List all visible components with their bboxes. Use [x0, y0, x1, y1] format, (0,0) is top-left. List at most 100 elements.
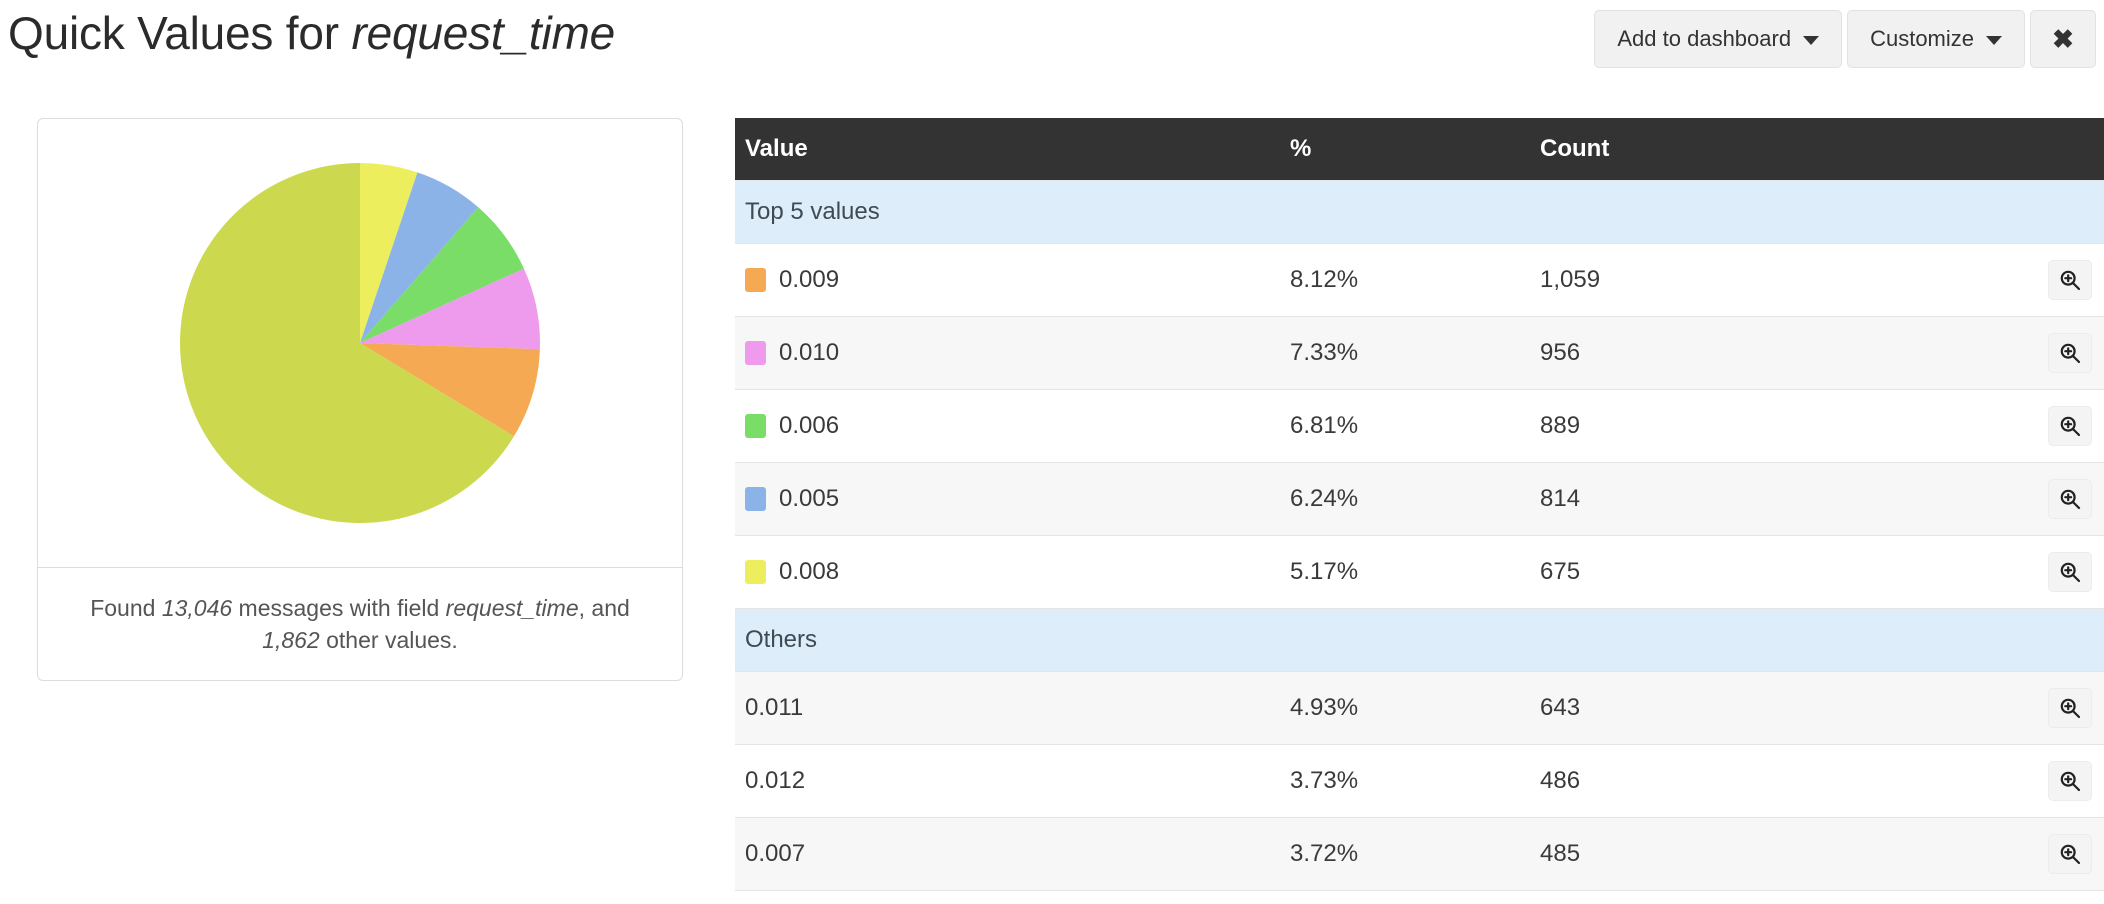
pie-chart-area: [38, 119, 682, 567]
quick-values-table-panel: Value % Count Top 5 values 0.009 8.12%1,05…: [735, 118, 2104, 904]
table-section-title: Top 5 values: [735, 181, 2104, 244]
value-text: 0.005: [779, 485, 839, 513]
cell-value: 0.006: [735, 390, 1280, 463]
pie-chart-panel: Found 13,046 messages with field request…: [37, 118, 683, 681]
column-header-value[interactable]: Value: [735, 118, 1280, 181]
value-text: 0.008: [779, 558, 839, 586]
widget-header: Quick Values for request_time Add to das…: [0, 0, 2104, 86]
quick-values-widget: Quick Values for request_time Add to das…: [0, 0, 2104, 904]
zoom-in-icon[interactable]: [2048, 479, 2092, 519]
table-section-title: Others: [735, 609, 2104, 672]
zoom-in-icon[interactable]: [2048, 260, 2092, 300]
value-color-swatch: [745, 560, 766, 584]
table-row[interactable]: 0.0123.73%486: [735, 745, 2104, 818]
customize-label: Customize: [1870, 11, 1974, 67]
quick-values-table: Value % Count Top 5 values 0.009 8.12%1,05…: [735, 118, 2104, 904]
cell-actions: [1830, 891, 2104, 904]
value-text: 0.007: [745, 840, 805, 868]
value-text: 0.009: [779, 266, 839, 294]
cell-count: 457: [1530, 891, 1830, 904]
table-row[interactable]: 0.005 6.24%814: [735, 463, 2104, 536]
cell-percent: 3.73%: [1280, 745, 1530, 818]
cell-actions: [1830, 244, 2104, 317]
pie-chart-svg: [179, 162, 541, 524]
table-row[interactable]: 0.007 3.72%485: [735, 818, 2104, 891]
zoom-in-icon[interactable]: [2048, 406, 2092, 446]
table-header-row: Value % Count: [735, 118, 2104, 181]
caption-message-count: 13,046: [162, 595, 232, 621]
value-color-swatch: [745, 487, 766, 511]
table-section-header: Others: [735, 609, 2104, 672]
cell-actions: [1830, 818, 2104, 891]
zoom-in-icon[interactable]: [2048, 834, 2092, 874]
pie-chart-footer: Found 13,046 messages with field request…: [38, 567, 682, 681]
column-header-percent[interactable]: %: [1280, 118, 1530, 181]
cell-count: 889: [1530, 390, 1830, 463]
page-title: Quick Values for request_time: [8, 6, 615, 60]
cell-percent: 7.33%: [1280, 317, 1530, 390]
header-actions: Add to dashboard Customize ✖: [1594, 10, 2096, 68]
close-icon: ✖: [2052, 11, 2074, 67]
value-text: 0.011: [745, 694, 803, 722]
cell-actions: [1830, 317, 2104, 390]
cell-actions: [1830, 536, 2104, 609]
zoom-in-icon[interactable]: [2048, 333, 2092, 373]
cell-actions: [1830, 672, 2104, 745]
cell-count: 485: [1530, 818, 1830, 891]
cell-percent: 6.81%: [1280, 390, 1530, 463]
zoom-in-icon[interactable]: [2048, 552, 2092, 592]
caption-messages-with-field-label: messages with field: [232, 595, 445, 621]
column-header-count[interactable]: Count: [1530, 118, 1830, 181]
zoom-in-icon[interactable]: [2048, 761, 2092, 801]
table-row[interactable]: 0.0107.33%956: [735, 317, 2104, 390]
cell-count: 1,059: [1530, 244, 1830, 317]
page-title-prefix: Quick Values for: [8, 7, 351, 59]
add-to-dashboard-label: Add to dashboard: [1617, 11, 1791, 67]
value-text: 0.006: [779, 412, 839, 440]
table-body: Top 5 values0.0098.12%1,0590.0107.33%956…: [735, 181, 2104, 904]
value-color-swatch: [745, 341, 766, 365]
cell-value: 0.008: [735, 536, 1280, 609]
pie-chart[interactable]: [179, 162, 541, 524]
value-color-swatch: [745, 268, 766, 292]
cell-count: 643: [1530, 672, 1830, 745]
cell-count: 675: [1530, 536, 1830, 609]
cell-value: 0.007: [735, 818, 1280, 891]
table-row[interactable]: 0.011 4.93%643: [735, 672, 2104, 745]
cell-percent: 4.93%: [1280, 672, 1530, 745]
close-button[interactable]: ✖: [2030, 10, 2096, 68]
cell-value: 0.010: [735, 317, 1280, 390]
customize-button[interactable]: Customize: [1847, 10, 2025, 68]
cell-value: 0.009: [735, 244, 1280, 317]
cell-actions: [1830, 745, 2104, 818]
caption-found-label: Found: [90, 595, 162, 621]
table-row[interactable]: 0.009 8.12%1,059: [735, 244, 2104, 317]
caption-other-values-count: 1,862: [262, 627, 320, 653]
table-row[interactable]: 0.008 5.17%675: [735, 536, 2104, 609]
value-text: 0.010: [779, 339, 839, 367]
table-head: Value % Count: [735, 118, 2104, 181]
cell-percent: 5.17%: [1280, 536, 1530, 609]
cell-value: 0.011: [735, 672, 1280, 745]
caption-and-label: , and: [579, 595, 630, 621]
caption-other-values-label: other values.: [320, 627, 458, 653]
cell-value: 0.012: [735, 745, 1280, 818]
zoom-in-icon[interactable]: [2048, 688, 2092, 728]
cell-count: 814: [1530, 463, 1830, 536]
chart-caption: Found 13,046 messages with field request…: [78, 593, 642, 656]
cell-percent: 8.12%: [1280, 244, 1530, 317]
cell-actions: [1830, 390, 2104, 463]
cell-percent: 3.72%: [1280, 818, 1530, 891]
value-color-swatch: [745, 414, 766, 438]
cell-percent: 3.50%: [1280, 891, 1530, 904]
add-to-dashboard-button[interactable]: Add to dashboard: [1594, 10, 1842, 68]
table-row[interactable]: 0.006 6.81%889: [735, 390, 2104, 463]
cell-actions: [1830, 463, 2104, 536]
cell-percent: 6.24%: [1280, 463, 1530, 536]
cell-value: 0.005: [735, 463, 1280, 536]
chevron-down-icon: [1986, 36, 2002, 45]
caption-field-name: request_time: [446, 595, 579, 621]
table-row[interactable]: 0.0043.50%457: [735, 891, 2104, 904]
page-title-field-name: request_time: [351, 7, 615, 59]
column-header-actions: [1830, 118, 2104, 181]
